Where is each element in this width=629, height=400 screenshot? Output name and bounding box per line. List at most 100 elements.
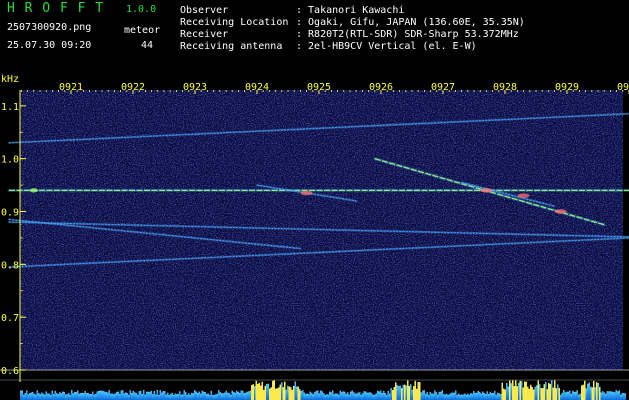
level-bar-segment <box>287 385 289 400</box>
level-bar-segment <box>617 391 619 400</box>
level-bar-segment <box>260 385 262 400</box>
level-bar-segment <box>443 394 445 400</box>
level-bar-segment <box>615 390 617 400</box>
y-axis-unit: kHz <box>1 74 19 85</box>
level-bar-segment <box>107 392 109 400</box>
level-bar-segment <box>554 380 556 400</box>
level-bar-segment <box>461 394 463 400</box>
hrofft-window: H R O F F T 1.0.0 2507300920.png 25.07.3… <box>0 0 629 400</box>
level-bar-segment <box>275 388 277 400</box>
level-bar-segment <box>351 390 353 400</box>
level-bar-segment <box>518 382 520 400</box>
level-bar-segment <box>251 385 253 400</box>
level-bar-segment <box>192 393 194 400</box>
level-bar-segment <box>132 390 134 400</box>
level-bar-segment <box>495 394 497 400</box>
level-bar-segment <box>60 393 62 400</box>
level-bar-segment <box>572 390 574 400</box>
level-bar-segment <box>261 381 263 400</box>
level-bar-segment <box>354 393 356 400</box>
location-value: : Ogaki, Gifu, JAPAN (136.60E, 35.35N) <box>296 17 525 28</box>
level-bar-segment <box>576 390 578 400</box>
level-bar-segment <box>401 388 403 400</box>
level-bar-segment <box>332 390 334 400</box>
level-bar-segment <box>221 393 223 400</box>
level-bar-segment <box>542 388 544 400</box>
level-bar-segment <box>417 382 419 400</box>
level-bar-segment <box>126 393 128 400</box>
level-bar-segment <box>147 391 149 400</box>
level-bar-segment <box>602 391 604 400</box>
level-bar-segment <box>165 394 167 400</box>
level-bar-segment <box>344 391 346 400</box>
level-bar-segment <box>188 393 190 400</box>
level-bar-segment <box>255 380 257 400</box>
level-bar-segment <box>539 384 541 400</box>
x-tick-label-0930: 0930 <box>617 82 629 93</box>
level-bar-segment <box>536 385 538 400</box>
level-bar-segment <box>420 392 422 400</box>
level-bar-segment <box>65 394 67 400</box>
level-bar-segment <box>198 391 200 400</box>
meteor-label: meteor <box>124 25 161 36</box>
level-bar-segment <box>77 390 79 400</box>
level-bar-segment <box>336 393 338 400</box>
app-version: 1.0.0 <box>126 4 157 15</box>
level-bar-segment <box>329 391 331 400</box>
level-bar-segment <box>29 393 31 400</box>
level-bar-segment <box>63 391 65 400</box>
level-bar-segment <box>512 380 514 400</box>
level-bar-segment <box>62 391 64 400</box>
level-bar-segment <box>227 392 229 400</box>
level-bar-segment <box>620 394 622 400</box>
level-bar-segment <box>597 382 599 400</box>
level-bar-segment <box>575 391 577 400</box>
level-bar-segment <box>72 393 74 400</box>
level-bar-segment <box>162 391 164 400</box>
level-bar-segment <box>272 380 274 400</box>
level-bar-segment <box>167 392 169 400</box>
level-bar-segment <box>315 390 317 400</box>
level-bar-segment <box>174 393 176 400</box>
level-bar-segment <box>558 387 560 400</box>
observer-label: Observer <box>180 5 229 16</box>
date-time: 25.07.30 09:20 <box>7 40 92 51</box>
level-bar-segment <box>381 393 383 400</box>
level-bar-segment <box>194 390 196 400</box>
level-bar-segment <box>393 387 395 400</box>
level-bar-segment <box>258 382 260 400</box>
level-bar-segment <box>614 392 616 400</box>
level-bar-segment <box>573 391 575 400</box>
level-bar-segment <box>543 384 545 400</box>
level-bar-segment <box>78 393 80 400</box>
level-bar-segment <box>231 390 233 400</box>
level-bar-segment <box>585 388 587 400</box>
level-bar-segment <box>158 394 160 400</box>
level-bar-segment <box>593 381 595 400</box>
level-bar-segment <box>446 393 448 400</box>
level-bar-segment <box>383 390 385 400</box>
level-bar-segment <box>452 392 454 400</box>
level-bar-segment <box>468 394 470 400</box>
level-bar-segment <box>171 392 173 400</box>
level-bar-segment <box>186 394 188 400</box>
level-bar-segment <box>209 394 211 400</box>
level-bar-segment <box>120 390 122 400</box>
level-bar-segment <box>372 394 374 400</box>
level-bar-segment <box>21 390 23 400</box>
level-bar-segment <box>149 391 151 400</box>
antenna-label: Receiving antenna <box>180 41 283 52</box>
level-bar-segment <box>228 393 230 400</box>
level-bar-segment <box>387 390 389 400</box>
level-bar-segment <box>392 389 394 400</box>
y-tick-label: 1.0 <box>1 155 19 166</box>
level-bar-segment <box>308 394 310 400</box>
level-bar-segment <box>213 394 215 400</box>
level-bar-segment <box>243 393 245 400</box>
level-bar-segment <box>458 393 460 400</box>
receiver-label: Receiver <box>180 29 229 40</box>
level-bar-segment <box>95 393 97 400</box>
level-bar-segment <box>482 391 484 400</box>
level-bar-segment <box>305 393 307 400</box>
level-bar-segment <box>50 394 52 400</box>
